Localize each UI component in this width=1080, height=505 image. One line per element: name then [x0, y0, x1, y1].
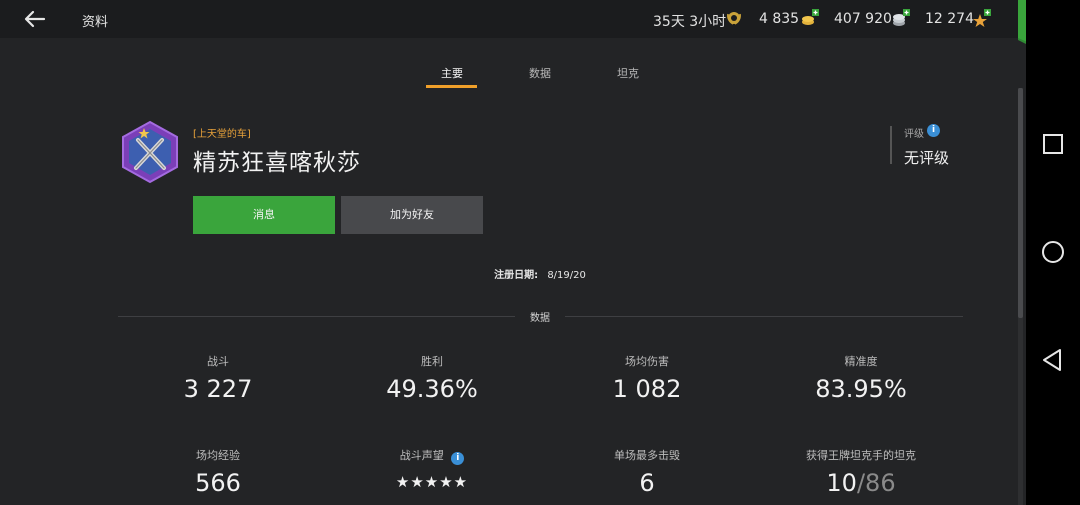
- stat-value: 49.36%: [386, 375, 478, 403]
- silver-coins-icon[interactable]: [891, 8, 911, 28]
- stat-value: 83.95%: [815, 375, 907, 403]
- stat-accuracy: 精准度 83.95%: [761, 353, 961, 403]
- stats-section-title: 数据: [515, 309, 565, 324]
- tab-main[interactable]: 主要: [422, 65, 482, 81]
- scrollbar-thumb[interactable]: [1018, 88, 1023, 318]
- recents-square-icon[interactable]: [1039, 130, 1067, 158]
- premium-timer: 35天 3小时: [653, 14, 727, 30]
- stat-max-kills: 单场最多击毁 6: [547, 447, 747, 497]
- ace-count: 10: [826, 469, 857, 497]
- back-triangle-icon[interactable]: [1039, 346, 1067, 374]
- reputation-stars: ★★★★★: [395, 473, 469, 491]
- stat-ace-tankers: 获得王牌坦克手的坦克 10/86: [761, 447, 961, 497]
- tab-stats[interactable]: 数据: [510, 65, 570, 81]
- stat-label: 战斗声望 i: [332, 447, 532, 465]
- player-name: 精苏狂喜喀秋莎: [193, 150, 361, 176]
- stat-value: 566: [195, 469, 241, 497]
- stat-wins: 胜利 49.36%: [332, 353, 532, 403]
- free-xp-star-icon[interactable]: [972, 8, 992, 28]
- rating-info-icon[interactable]: i: [927, 124, 940, 137]
- stat-label: 场均伤害: [625, 355, 669, 368]
- stat-value: 10/86: [761, 469, 961, 497]
- stat-value: 1 082: [612, 375, 682, 403]
- active-tab-indicator: [426, 85, 477, 88]
- clan-emblem-avatar: [122, 120, 178, 184]
- stat-label-text: 战斗声望: [399, 449, 444, 462]
- reputation-info-icon[interactable]: i: [451, 452, 465, 465]
- system-navigation-bar: [1026, 0, 1080, 505]
- stat-value: 3 227: [183, 375, 253, 403]
- tab-bar: 主要 数据 坦克: [0, 60, 1026, 90]
- ace-separator: /: [856, 469, 866, 497]
- clan-tag[interactable]: [上天堂的车]: [193, 125, 251, 140]
- premium-laurel-icon[interactable]: [724, 8, 744, 28]
- home-circle-icon[interactable]: [1039, 238, 1067, 266]
- back-arrow-icon[interactable]: [22, 6, 48, 32]
- stat-label: 战斗: [207, 355, 229, 368]
- stat-value: 6: [639, 469, 655, 497]
- stat-label: 获得王牌坦克手的坦克: [806, 449, 916, 462]
- stat-label: 场均经验: [196, 449, 240, 462]
- stat-battle-reputation: 战斗声望 i ★★★★★: [332, 447, 532, 491]
- stat-avg-damage: 场均伤害 1 082: [547, 353, 747, 403]
- rating-label: 评级: [904, 129, 924, 140]
- tab-tanks[interactable]: 坦克: [598, 65, 658, 81]
- registration-date-value: 8/19/20: [547, 270, 586, 281]
- ace-total: 86: [865, 469, 896, 497]
- silver-amount: 407 920: [834, 11, 892, 27]
- rating-divider: [890, 126, 892, 164]
- registration-date-label: 注册日期:: [494, 270, 539, 281]
- stat-avg-xp: 场均经验 566: [118, 447, 318, 497]
- app-window: 资料 35天 3小时 4 835 407 920 12 274 主要 数据 坦克…: [0, 0, 1074, 505]
- stat-battles: 战斗 3 227: [118, 353, 318, 403]
- message-button[interactable]: 消息: [193, 196, 335, 234]
- registration-date: 注册日期: 8/19/20: [0, 266, 1080, 281]
- rating-value: 无评级: [904, 149, 950, 167]
- free-xp-amount: 12 274: [925, 11, 974, 27]
- gold-amount: 4 835: [759, 11, 800, 27]
- gold-coins-icon[interactable]: [800, 8, 820, 28]
- page-title: 资料: [82, 15, 109, 30]
- top-bar: 资料 35天 3小时 4 835 407 920 12 274: [0, 0, 1026, 38]
- stat-label: 单场最多击毁: [614, 449, 680, 462]
- stat-label: 精准度: [844, 355, 878, 368]
- add-friend-button[interactable]: 加为好友: [341, 196, 483, 234]
- stat-label: 胜利: [421, 355, 443, 368]
